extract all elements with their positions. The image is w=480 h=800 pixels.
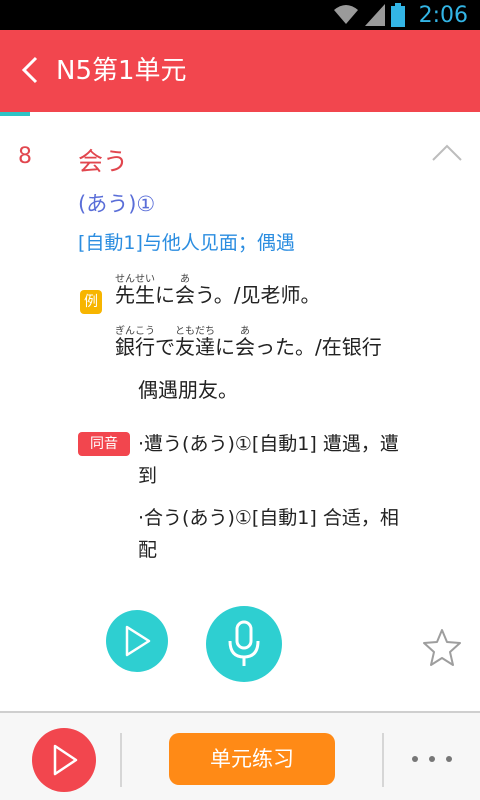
microphone-icon xyxy=(228,620,260,666)
chevron-left-icon xyxy=(21,56,38,84)
signal-icon xyxy=(364,4,385,26)
homophone-item: ·合う(あう)①[自動1] 合适，相 xyxy=(138,507,399,529)
play-icon xyxy=(53,744,78,776)
example-text: に xyxy=(155,283,175,307)
star-icon xyxy=(423,629,461,666)
more-dots-icon xyxy=(429,756,435,762)
example-sentence: 先生せんせいに会あう。/见老师。 xyxy=(115,274,321,308)
status-bar: 2:06 xyxy=(0,0,480,30)
word-index: 8 xyxy=(18,144,32,169)
homophone-item-continued: 配 xyxy=(138,539,158,561)
furigana: ぎんこう xyxy=(115,326,155,337)
example-word: 銀行 xyxy=(115,335,155,359)
homophone-item: ·遭う(あう)①[自動1] 遭遇，遭 xyxy=(138,433,399,455)
word-meaning: [自動1]与他人见面；偶遇 xyxy=(78,232,295,254)
furigana: せんせい xyxy=(115,274,155,285)
back-button[interactable] xyxy=(10,50,50,90)
battery-icon xyxy=(390,3,405,27)
example-word: 友達 xyxy=(175,335,215,359)
collapse-button[interactable] xyxy=(430,140,464,166)
unit-practice-button[interactable]: 单元练习 xyxy=(169,733,335,785)
furigana: ともだち xyxy=(175,326,215,337)
status-time: 2:06 xyxy=(418,2,468,28)
divider xyxy=(382,733,384,787)
app-header: N5第1单元 xyxy=(0,30,480,112)
example-word: 会 xyxy=(175,283,195,307)
example-sentence-continued: 偶遇朋友。 xyxy=(138,378,238,402)
bottom-bar: 单元练习 xyxy=(0,711,480,800)
example-word: 会 xyxy=(235,335,255,359)
example-sentence: 銀行ぎんこうで友達ともだちに会あった。/在银行 xyxy=(115,326,382,360)
example-text: で xyxy=(155,335,175,359)
more-dots-icon xyxy=(446,756,452,762)
play-icon xyxy=(125,625,151,657)
status-icons: 2:06 xyxy=(333,0,468,30)
example-text: に xyxy=(215,335,235,359)
play-all-button[interactable] xyxy=(32,728,96,792)
homophone-item-continued: 到 xyxy=(138,465,158,487)
play-audio-button[interactable] xyxy=(106,610,168,672)
furigana: あ xyxy=(235,326,255,337)
example-text: った。/在银行 xyxy=(255,335,382,359)
example-word: 先生 xyxy=(115,283,155,307)
example-text: う。/见老师。 xyxy=(195,283,321,307)
example-tag: 例 xyxy=(80,290,102,314)
page-title: N5第1单元 xyxy=(56,56,187,86)
word-kanji: 会う xyxy=(78,147,129,176)
divider xyxy=(120,733,122,787)
progress-bar xyxy=(0,112,480,116)
more-button[interactable] xyxy=(408,747,456,771)
word-reading: (あう)① xyxy=(78,192,156,216)
homophone-tag: 同音 xyxy=(78,432,130,456)
furigana: あ xyxy=(175,274,195,285)
wifi-icon xyxy=(333,5,358,24)
chevron-up-icon xyxy=(432,144,462,161)
favorite-button[interactable] xyxy=(420,626,464,670)
progress-fill xyxy=(0,112,30,116)
more-dots-icon xyxy=(412,756,418,762)
record-button[interactable] xyxy=(206,606,282,682)
